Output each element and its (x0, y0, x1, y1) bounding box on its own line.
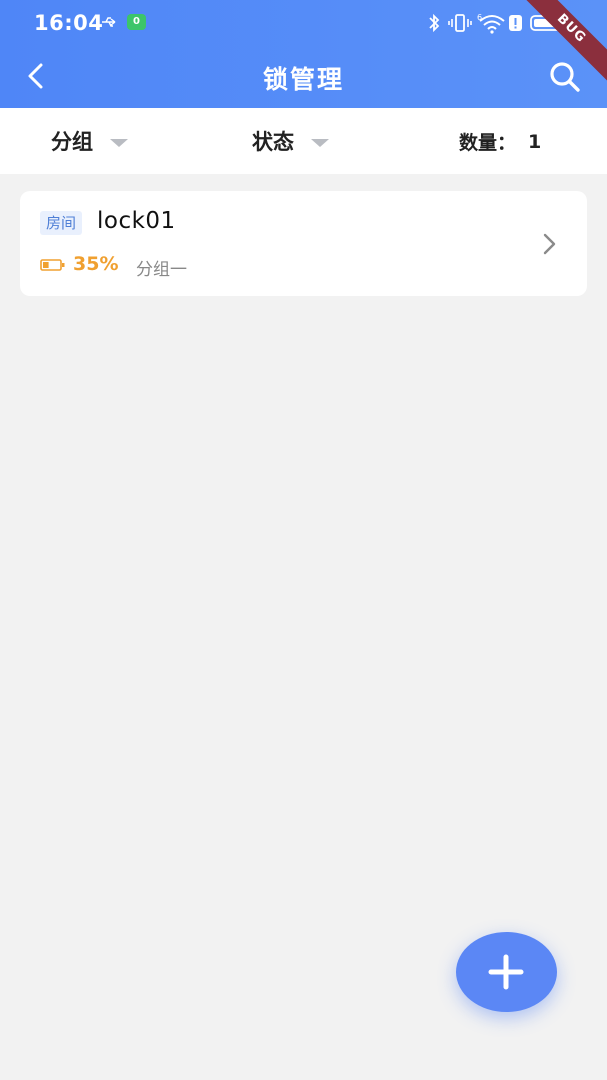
plus-icon (488, 954, 524, 990)
app-notification-badge: 0 (127, 14, 146, 30)
app-header: 16:04 0 6 BUG 锁管理 (0, 0, 607, 108)
nav-bar: 锁管理 (0, 46, 607, 108)
status-time: 16:04 (34, 11, 104, 35)
wifi-icon: 6 (477, 13, 505, 34)
lock-list-item[interactable]: 房间 lock01 35% 分组一 (20, 191, 587, 296)
group-filter-label: 分组 (51, 130, 93, 154)
caret-down-icon (311, 139, 329, 147)
lock-name: lock01 (97, 208, 176, 234)
page-title: 锁管理 (262, 65, 344, 94)
count-label: 数量： (459, 132, 517, 154)
status-filter-dropdown[interactable]: 状态 (252, 126, 329, 156)
count-value: 1 (528, 130, 542, 153)
lock-count: 数量： 1 (459, 128, 541, 155)
battery-percent: 35% (73, 253, 119, 275)
alert-icon (509, 15, 522, 31)
vibrate-icon (448, 14, 472, 32)
room-tag: 房间 (40, 211, 83, 235)
chevron-right-icon (543, 233, 556, 255)
battery-level-icon (40, 259, 65, 271)
status-filter-label: 状态 (252, 130, 294, 154)
search-button[interactable] (548, 60, 582, 94)
filter-bar: 分组 状态 数量： 1 (0, 108, 607, 174)
bluetooth-icon (429, 13, 440, 33)
svg-text:6: 6 (477, 13, 482, 22)
group-filter-dropdown[interactable]: 分组 (51, 126, 128, 156)
status-bar: 16:04 0 6 (0, 0, 607, 46)
caret-down-icon (110, 139, 128, 147)
add-lock-button[interactable] (456, 932, 557, 1012)
lock-group-name: 分组一 (136, 260, 187, 280)
usb-icon (102, 17, 116, 27)
